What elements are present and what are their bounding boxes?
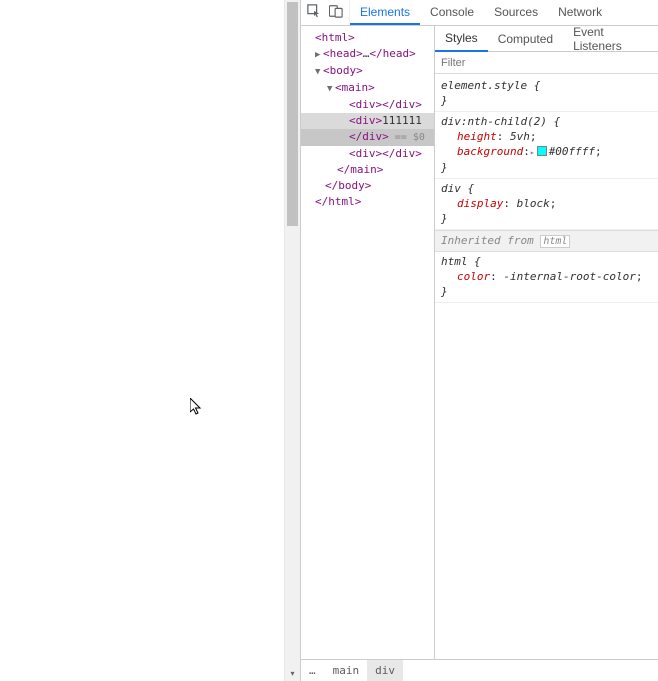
expand-arrow-icon[interactable]: ▶ bbox=[315, 47, 323, 63]
color-swatch-icon[interactable] bbox=[537, 146, 547, 156]
dom-node-selected-open[interactable]: ••• <div>111111 bbox=[301, 113, 434, 129]
subtab-computed[interactable]: Computed bbox=[488, 26, 563, 51]
dom-pane: <html> ▶<head>…</head> ▼<body> ▼<main> <… bbox=[301, 26, 435, 659]
styles-subtabs: Styles Computed Event Listeners bbox=[435, 26, 658, 52]
tab-console[interactable]: Console bbox=[420, 0, 484, 25]
rule-nth-child[interactable]: div:nth-child(2) { height: 5vh; backgrou… bbox=[435, 112, 658, 179]
breadcrumb-overflow[interactable]: … bbox=[301, 664, 325, 677]
devtools-toolbar: Elements Console Sources Network bbox=[301, 0, 658, 26]
breadcrumb-div[interactable]: div bbox=[367, 660, 403, 681]
tab-elements[interactable]: Elements bbox=[350, 0, 420, 25]
styles-pane: Styles Computed Event Listeners element.… bbox=[435, 26, 658, 659]
collapse-arrow-icon[interactable]: ▼ bbox=[327, 81, 335, 97]
dom-tree[interactable]: <html> ▶<head>…</head> ▼<body> ▼<main> <… bbox=[301, 26, 434, 659]
inherited-from-link[interactable]: html bbox=[540, 235, 570, 248]
rule-div[interactable]: div { display: block; } bbox=[435, 179, 658, 230]
collapse-arrow-icon[interactable]: ▼ bbox=[315, 64, 323, 80]
breadcrumb-main[interactable]: main bbox=[325, 660, 368, 681]
tab-network[interactable]: Network bbox=[548, 0, 612, 25]
dom-node-head[interactable]: ▶<head>…</head> bbox=[301, 46, 434, 63]
scrollbar-down-arrow[interactable]: ▾ bbox=[285, 665, 300, 681]
subtab-event-listeners[interactable]: Event Listeners bbox=[563, 26, 658, 51]
inherited-from-section: Inherited from html bbox=[435, 230, 658, 252]
rendered-page: ▾ bbox=[0, 0, 300, 681]
page-scrollbar-thumb[interactable] bbox=[287, 2, 298, 226]
dom-node-html-close[interactable]: </html> bbox=[301, 194, 434, 210]
dom-node-div-1[interactable]: <div></div> bbox=[301, 97, 434, 113]
inherited-label: Inherited from bbox=[441, 234, 534, 247]
dom-node-selected-close[interactable]: </div> == $0 bbox=[301, 129, 434, 146]
tab-sources[interactable]: Sources bbox=[484, 0, 548, 25]
dom-node-main[interactable]: ▼<main> bbox=[301, 80, 434, 97]
rule-element-style[interactable]: element.style { } bbox=[435, 76, 658, 112]
devtools-panel: Elements Console Sources Network <html> … bbox=[300, 0, 658, 681]
mouse-cursor-icon bbox=[190, 398, 204, 418]
rule-html[interactable]: html { color: -internal-root-color; } bbox=[435, 252, 658, 303]
dom-node-main-close[interactable]: </main> bbox=[301, 162, 434, 178]
device-toggle-icon[interactable] bbox=[329, 4, 343, 21]
expand-triangle-icon[interactable]: ▸ bbox=[530, 145, 535, 160]
dom-node-html[interactable]: <html> bbox=[301, 30, 434, 46]
dom-node-body-close[interactable]: </body> bbox=[301, 178, 434, 194]
dom-node-div-3[interactable]: <div></div> bbox=[301, 146, 434, 162]
styles-filter-bar bbox=[435, 52, 658, 74]
styles-filter-input[interactable] bbox=[441, 57, 652, 69]
subtab-styles[interactable]: Styles bbox=[435, 26, 488, 52]
dom-breadcrumb: … main div bbox=[301, 659, 658, 681]
inspect-element-icon[interactable] bbox=[307, 4, 321, 21]
dom-node-body[interactable]: ▼<body> bbox=[301, 63, 434, 80]
styles-rules: element.style { } div:nth-child(2) { hei… bbox=[435, 74, 658, 659]
page-scrollbar[interactable]: ▾ bbox=[284, 0, 300, 681]
